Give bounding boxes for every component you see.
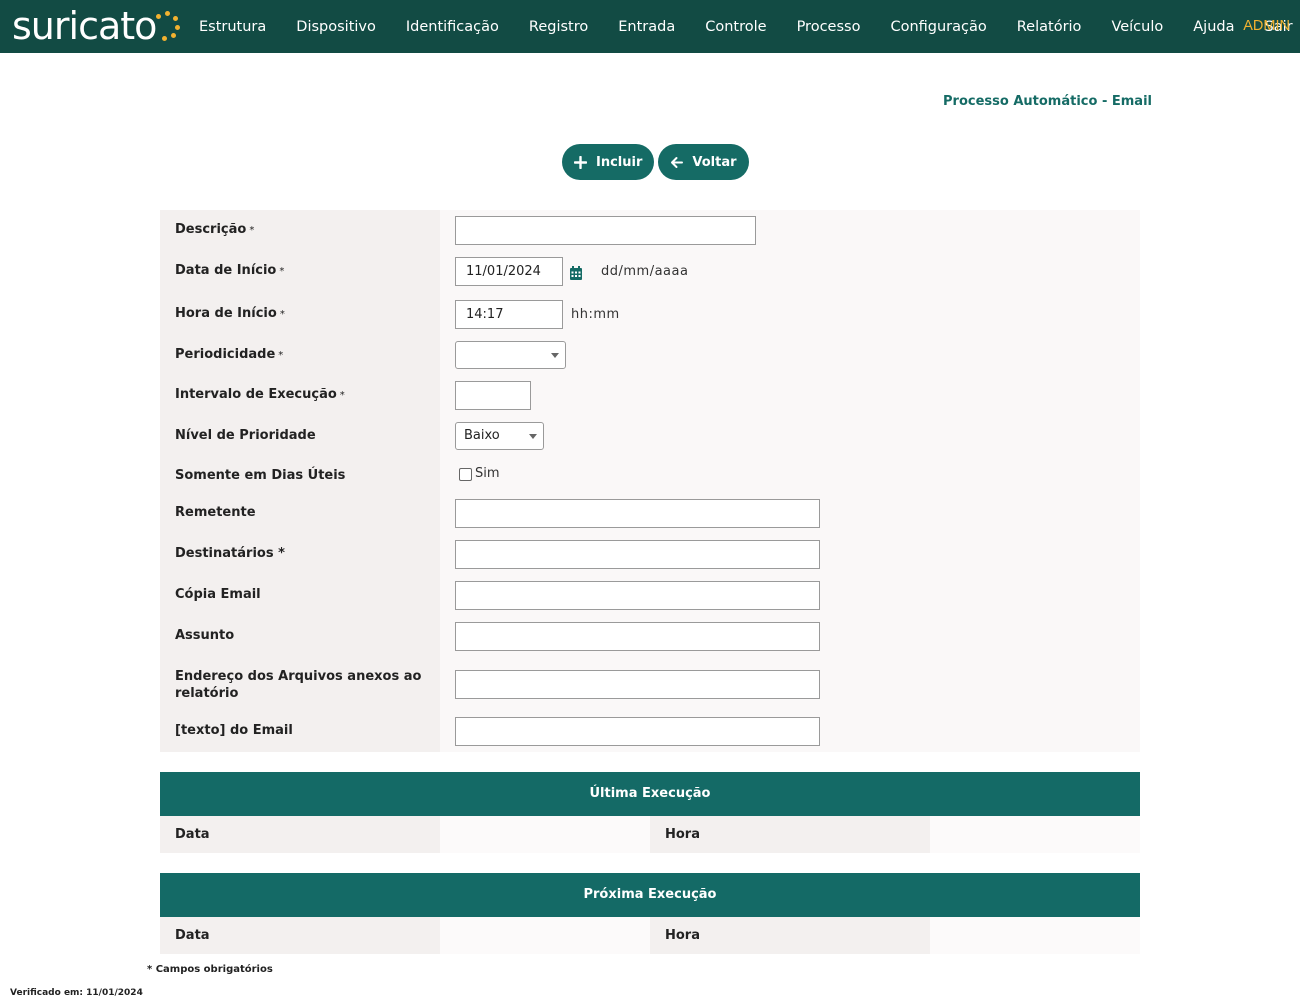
page-title: Processo Automático - Email xyxy=(943,94,1152,109)
include-button[interactable]: Incluir xyxy=(562,144,655,180)
proxima-execucao-section: Próxima Execução Data Hora xyxy=(160,873,1140,954)
nav-relatorio[interactable]: Relatório xyxy=(1002,19,1097,35)
periodicidade-label: Periodicidade * xyxy=(175,347,284,362)
texto-email-label: [texto] do Email xyxy=(175,723,293,738)
top-navbar: suricato Estrutura Dispositivo Identific… xyxy=(0,0,1300,53)
time-format-hint: hh:mm xyxy=(571,307,620,322)
nav-entrada[interactable]: Entrada xyxy=(603,19,690,35)
copia-email-label: Cópia Email xyxy=(175,587,261,602)
back-button-label: Voltar xyxy=(692,154,737,170)
suricato-logo[interactable]: suricato xyxy=(12,4,181,48)
action-toolbar: Incluir Voltar xyxy=(562,144,749,180)
nav-configuracao[interactable]: Configuração xyxy=(875,19,1001,35)
data-inicio-label: Data de Início * xyxy=(175,263,285,278)
assunto-label: Assunto xyxy=(175,628,235,643)
logo-text: suricato xyxy=(12,4,157,48)
prioridade-value: Baixo xyxy=(464,428,500,443)
intervalo-input[interactable] xyxy=(455,381,531,410)
ultima-data-label: Data xyxy=(160,816,440,853)
required-fields-note: * Campos obrigatórios xyxy=(147,964,273,975)
remetente-input[interactable] xyxy=(455,499,820,528)
texto-email-input[interactable] xyxy=(455,717,820,746)
destinatarios-label: Destinatários * xyxy=(175,546,285,561)
nav-estrutura[interactable]: Estrutura xyxy=(184,19,281,35)
proxima-execucao-row: Data Hora xyxy=(160,917,1140,954)
anexos-input[interactable] xyxy=(455,670,820,699)
descricao-input[interactable] xyxy=(455,216,756,245)
data-inicio-input[interactable] xyxy=(455,257,563,286)
user-name[interactable]: ADMIN xyxy=(1243,0,1290,53)
nav-registro[interactable]: Registro xyxy=(514,19,603,35)
proxima-hora-label: Hora xyxy=(650,917,930,954)
nav-controle[interactable]: Controle xyxy=(690,19,781,35)
intervalo-label: Intervalo de Execução * xyxy=(175,387,345,402)
ultima-execucao-title: Última Execução xyxy=(160,772,1140,816)
hora-inicio-input[interactable] xyxy=(455,300,563,329)
logo-dots-icon xyxy=(154,11,181,41)
calendar-icon[interactable] xyxy=(570,266,582,280)
periodicidade-select[interactable] xyxy=(455,341,566,369)
nav-veiculo[interactable]: Veículo xyxy=(1096,19,1178,35)
process-form: Descrição* Data de Início* dd/mm/aaaa Ho… xyxy=(160,210,1140,752)
chevron-down-icon xyxy=(551,353,559,358)
descricao-label: Descrição * xyxy=(175,222,255,237)
dias-uteis-label: Somente em Dias Úteis xyxy=(175,468,346,483)
assunto-input[interactable] xyxy=(455,622,820,651)
remetente-label: Remetente xyxy=(175,505,256,520)
chevron-down-icon xyxy=(529,434,537,439)
proxima-execucao-title: Próxima Execução xyxy=(160,873,1140,917)
nav-identificacao[interactable]: Identificação xyxy=(391,19,514,35)
prioridade-select[interactable]: Baixo xyxy=(455,422,544,450)
dias-uteis-option-label[interactable]: Sim xyxy=(475,466,500,481)
back-button[interactable]: Voltar xyxy=(658,144,749,180)
ultima-execucao-row: Data Hora xyxy=(160,816,1140,853)
arrow-left-icon xyxy=(671,156,684,168)
nav-ajuda[interactable]: Ajuda xyxy=(1178,19,1249,35)
include-button-label: Incluir xyxy=(596,154,643,170)
nav-dispositivo[interactable]: Dispositivo xyxy=(281,19,391,35)
ultima-hora-label: Hora xyxy=(650,816,930,853)
verified-date: Verificado em: 11/01/2024 xyxy=(10,988,143,998)
dias-uteis-checkbox[interactable] xyxy=(459,468,472,481)
proxima-data-label: Data xyxy=(160,917,440,954)
anexos-label: Endereço dos Arquivos anexos ao relatóri… xyxy=(175,669,422,701)
plus-icon xyxy=(574,155,587,169)
main-menu: Estrutura Dispositivo Identificação Regi… xyxy=(184,0,1300,53)
date-format-hint: dd/mm/aaaa xyxy=(601,264,689,279)
nav-processo[interactable]: Processo xyxy=(782,19,876,35)
destinatarios-input[interactable] xyxy=(455,540,820,569)
copia-email-input[interactable] xyxy=(455,581,820,610)
prioridade-label: Nível de Prioridade xyxy=(175,428,316,443)
ultima-execucao-section: Última Execução Data Hora xyxy=(160,772,1140,853)
hora-inicio-label: Hora de Início * xyxy=(175,306,285,321)
